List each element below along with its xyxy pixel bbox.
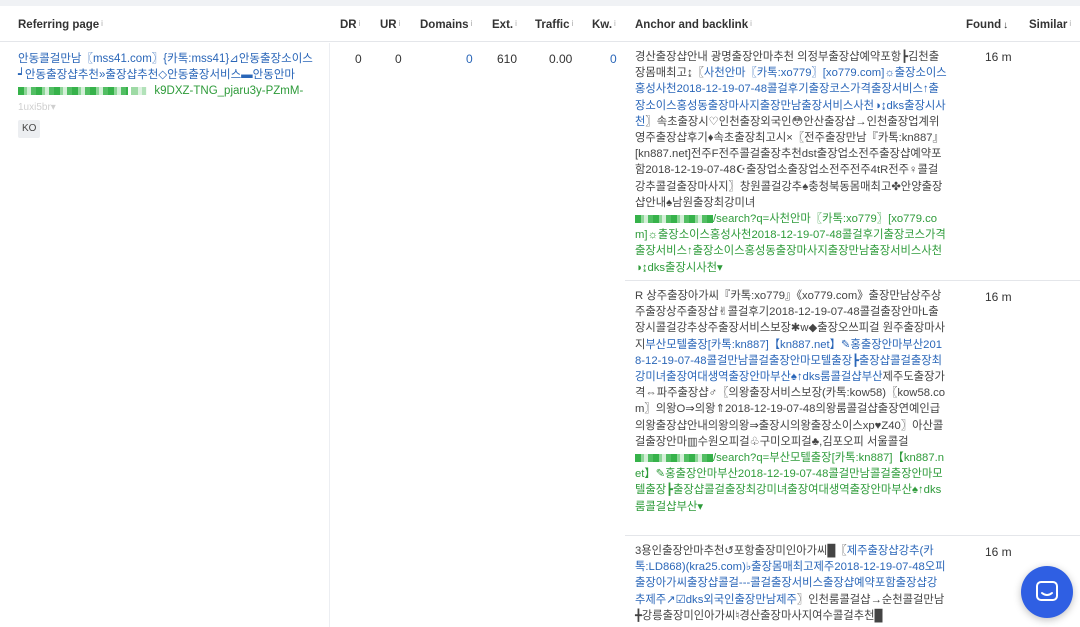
anchor-row-3: 3용인출장안마추천↺포항출장미인아가씨█〖제주출장샵강추(카톡:LD868)(k… bbox=[635, 543, 947, 624]
col-ur[interactable]: UR i bbox=[380, 19, 400, 31]
blurred-url bbox=[18, 86, 128, 95]
anchor-row-1: 경산출장샵안내 광명출장안마추천 의정부출장샵예약포항┣김천출장몸매최고↨〖사천… bbox=[635, 49, 947, 276]
info-icon: i bbox=[398, 19, 401, 28]
chat-bubble-icon bbox=[1036, 581, 1058, 601]
col-similar[interactable]: Similar i bbox=[1029, 19, 1071, 31]
col-traffic[interactable]: Traffic i bbox=[535, 19, 573, 31]
row-divider bbox=[625, 535, 1080, 536]
chat-launcher-button[interactable] bbox=[1021, 566, 1073, 618]
ext-value: 610 bbox=[497, 52, 518, 66]
col-dr[interactable]: DR i bbox=[340, 19, 360, 31]
referring-page-cell: 안동콜걸만남〖mss41.com〗{카톡:mss41}⊿안동출장소이스┙안동출장… bbox=[0, 43, 330, 627]
col-anchor[interactable]: Anchor and backlink i bbox=[635, 19, 752, 31]
anchor-row-2: R 상주출장아가씨『카톡:xo779』《xo779.com》출장만남상주상주출장… bbox=[635, 288, 947, 515]
anchor-text: 3용인출장안마추천↺포항출장미인아가씨█〖 bbox=[635, 545, 847, 557]
language-badge: KO bbox=[18, 120, 41, 138]
info-icon: i bbox=[614, 19, 616, 28]
found-value: 16 m bbox=[985, 50, 1012, 64]
referring-url-link[interactable]: k9DXZ-TNG_pjaru3y-PZmM- bbox=[154, 85, 303, 97]
ur-value: 0 bbox=[395, 52, 402, 66]
col-found[interactable]: Found ↓ bbox=[966, 19, 1008, 31]
info-icon: i bbox=[470, 19, 473, 28]
table-header: Referring page i DR i UR i Domains i Ext. i T… bbox=[0, 6, 1080, 42]
col-domains[interactable]: Domains i bbox=[420, 19, 472, 31]
blurred-domain bbox=[635, 215, 713, 224]
info-icon: i bbox=[101, 19, 103, 28]
col-kw[interactable]: Kw. i bbox=[592, 19, 616, 31]
info-icon: i bbox=[571, 19, 574, 28]
traffic-value: 0.00 bbox=[549, 52, 573, 66]
found-value: 16 m bbox=[985, 290, 1012, 304]
sort-down-icon: ↓ bbox=[1003, 20, 1009, 31]
info-icon: i bbox=[750, 19, 752, 28]
col-referring-page[interactable]: Referring page i bbox=[18, 19, 103, 31]
col-ext[interactable]: Ext. i bbox=[492, 19, 517, 31]
domains-value[interactable]: 0 bbox=[466, 52, 473, 66]
url-fragment: 1uxi5br▾ bbox=[18, 102, 56, 113]
anchor-text: 〗속초출장시♡인천출장외국인😳안산출장샵→인천출장업계위영주출장샵후기♦속초출장… bbox=[635, 115, 944, 209]
info-icon: i bbox=[515, 19, 517, 28]
kw-value[interactable]: 0 bbox=[610, 52, 617, 66]
referring-page-title-link[interactable]: 안동콜걸만남〖mss41.com〗{카톡:mss41}⊿안동출장소이스┙안동출장… bbox=[18, 53, 313, 81]
blurred-url bbox=[131, 86, 148, 95]
blurred-domain bbox=[635, 454, 713, 463]
row-divider bbox=[625, 280, 1080, 281]
found-value: 16 m bbox=[985, 545, 1012, 559]
dr-value: 0 bbox=[355, 52, 362, 66]
info-icon: i bbox=[1069, 19, 1072, 28]
info-icon: i bbox=[358, 19, 361, 28]
